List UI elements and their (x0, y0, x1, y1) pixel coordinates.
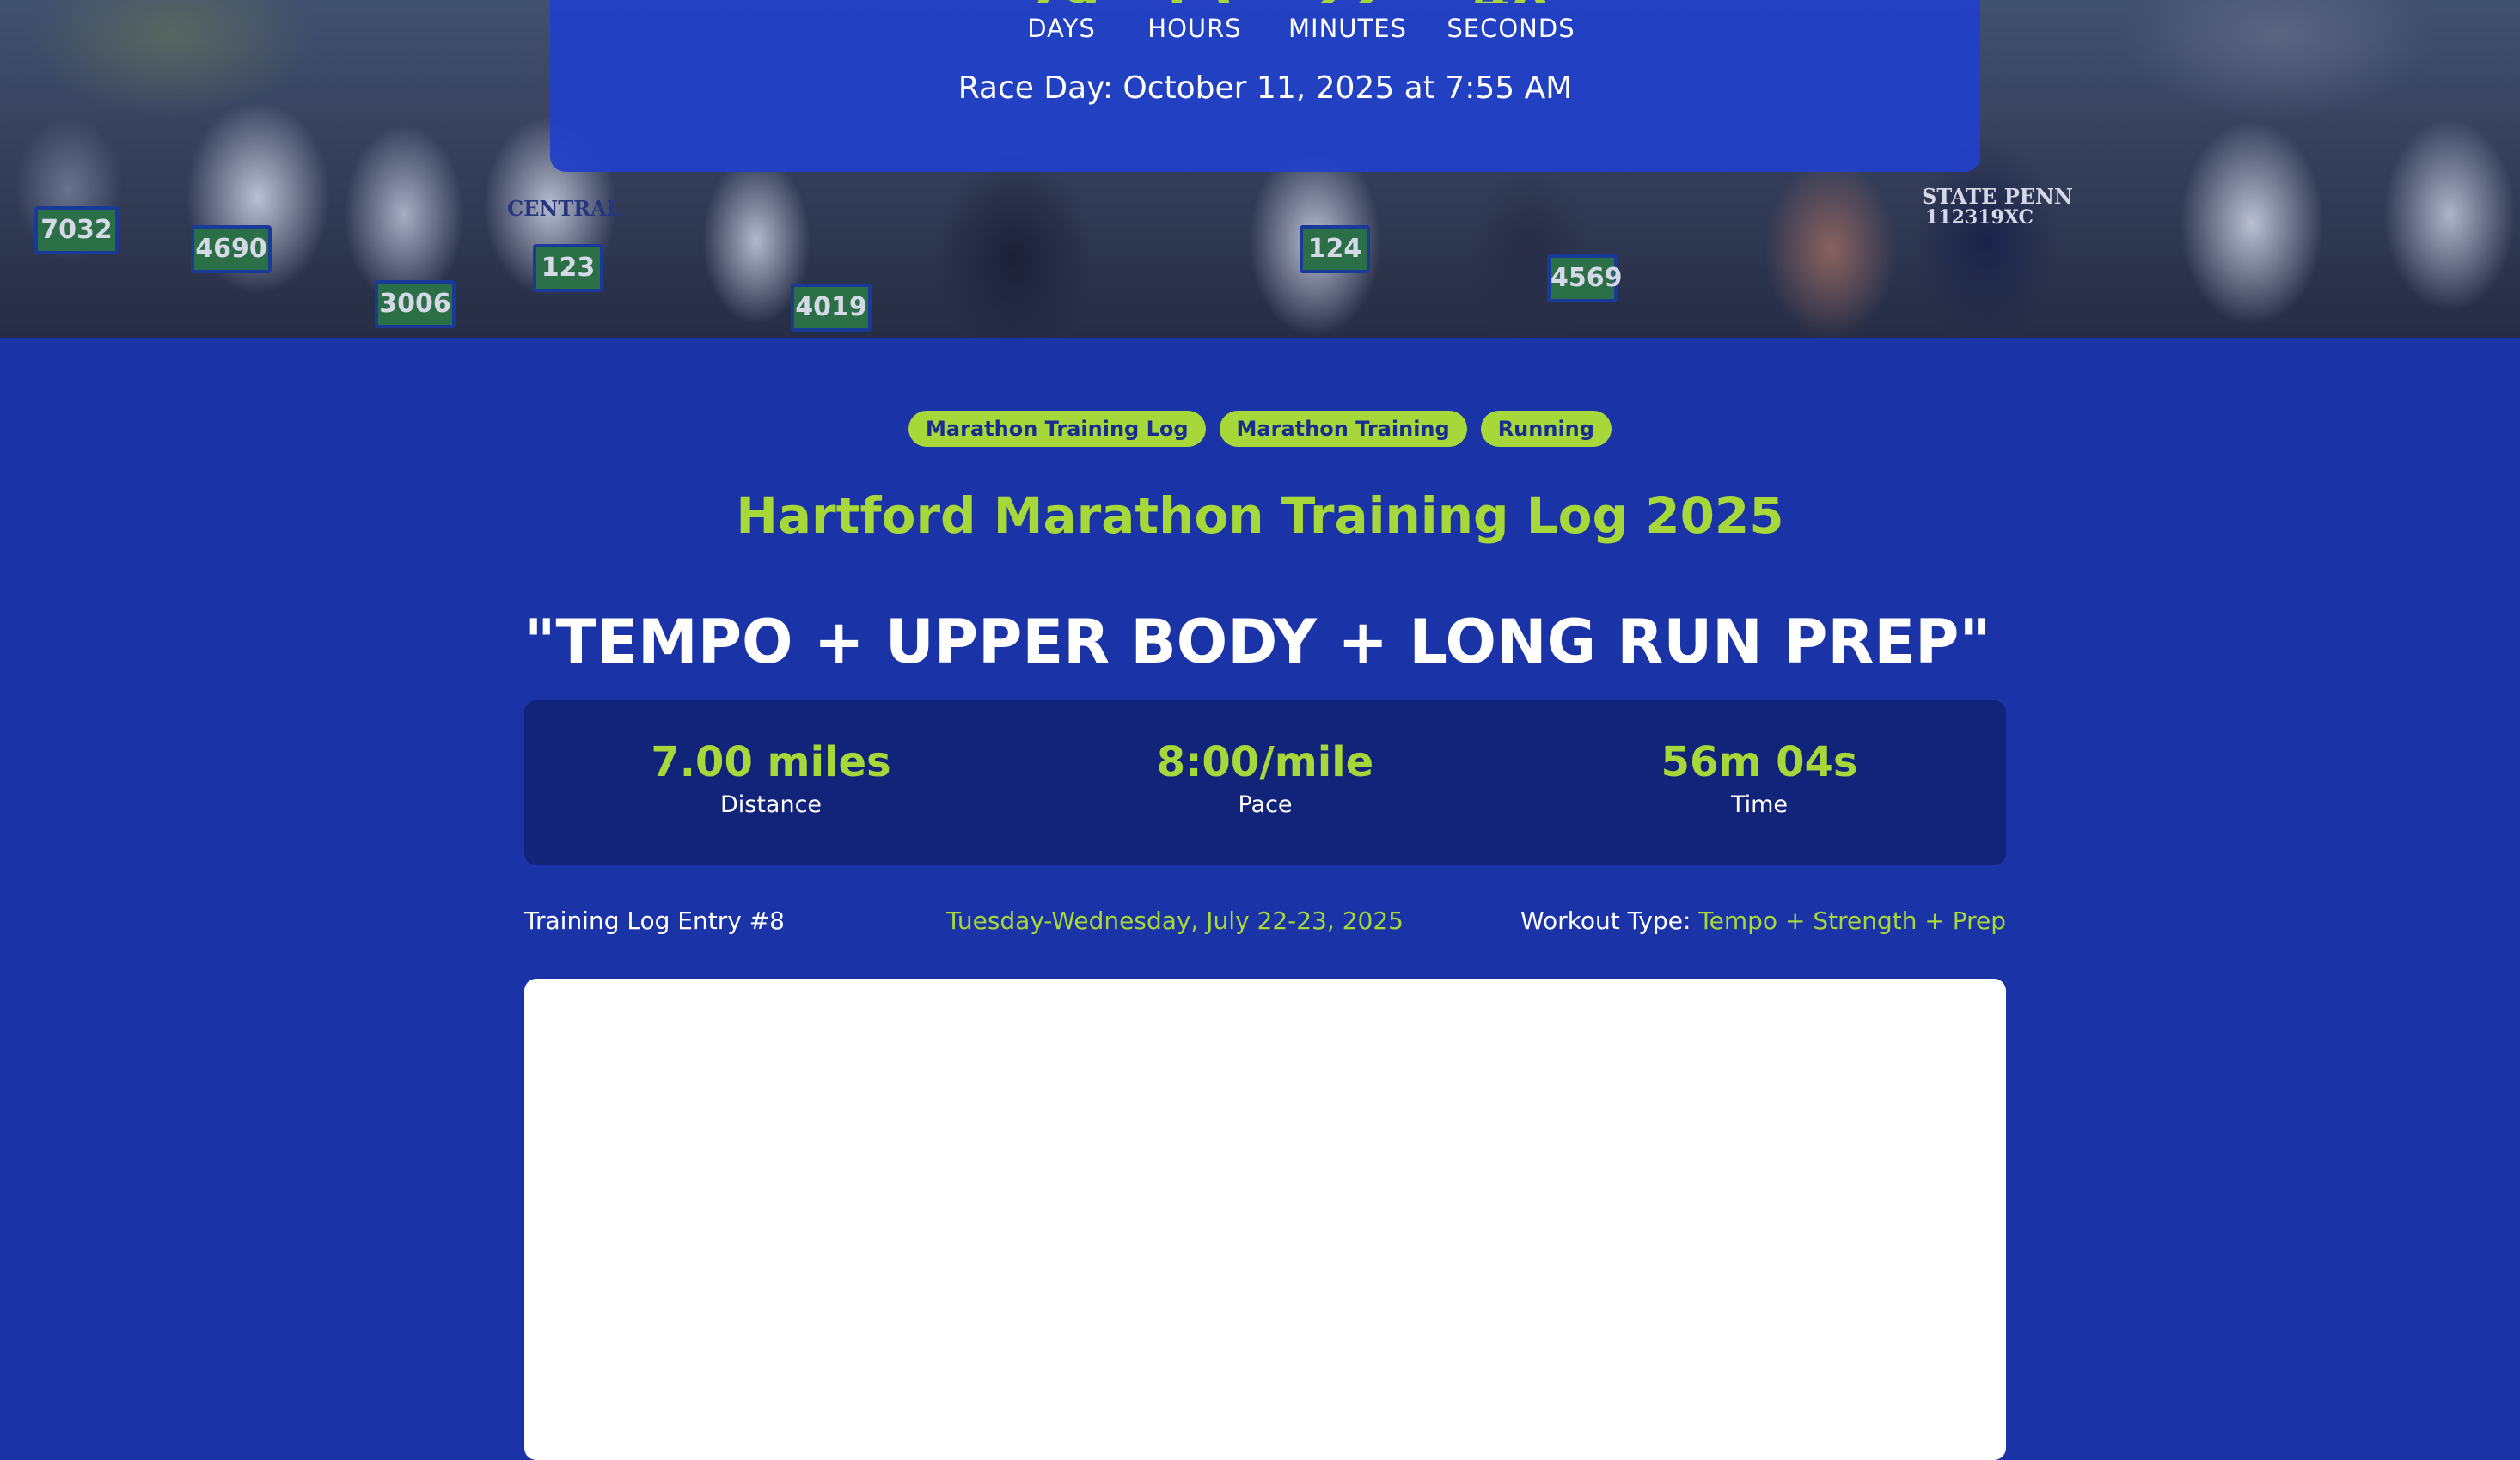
workout-type: Workout Type: Tempo + Strength + Prep (1520, 907, 2006, 935)
stat-time-value: 56m 04s (1661, 738, 1858, 786)
countdown-hours: 15 HOURS (1113, 0, 1276, 43)
countdown-minutes-label: MINUTES (1288, 14, 1407, 43)
tag-marathon-training-log[interactable]: Marathon Training Log (908, 411, 1206, 447)
race-day-text: Race Day: October 11, 2025 at 7:55 AM (957, 70, 1573, 106)
series-title[interactable]: Hartford Marathon Training Log 2025 (0, 486, 2520, 545)
stat-pace: 8:00/mile Pace (1018, 738, 1512, 818)
hero-banner: 7032 4690 123 3006 4019 124 4569 CENTRAL… (0, 0, 2520, 338)
workout-type-value: Tempo + Strength + Prep (1698, 907, 2006, 935)
entry-content-card (524, 979, 2006, 1460)
race-countdown: 79 DAYS 15 HOURS 22 MINUTES 48 SECONDS R… (550, 0, 1980, 172)
stat-distance-label: Distance (719, 791, 823, 818)
stat-pace-value: 8:00/mile (1156, 738, 1374, 786)
workout-type-label: Workout Type: (1520, 907, 1691, 935)
entry-number: Training Log Entry #8 (524, 907, 785, 935)
countdown-minutes-value: 22 (1257, 0, 1438, 3)
page-title: "TEMPO + UPPER BODY + LONG RUN PREP" (524, 607, 1991, 677)
stat-pace-label: Pace (1238, 791, 1293, 818)
countdown-hours-value: 15 (1113, 0, 1276, 3)
countdown-minutes: 22 MINUTES (1257, 0, 1438, 43)
countdown-hours-label: HOURS (1147, 14, 1242, 43)
stat-time: 56m 04s Time (1513, 738, 2006, 818)
tag-list: Marathon Training Log Marathon Training … (0, 411, 2520, 447)
tag-running[interactable]: Running (1480, 411, 1612, 447)
countdown-seconds: 48 SECONDS (1421, 0, 1601, 43)
stat-time-label: Time (1730, 791, 1789, 818)
countdown-seconds-value: 48 (1421, 0, 1601, 3)
entry-date: Tuesday-Wednesday, July 22-23, 2025 (946, 907, 1404, 935)
entry-meta: Training Log Entry #8 Tuesday-Wednesday,… (524, 907, 2006, 938)
stat-distance-value: 7.00 miles (651, 738, 891, 786)
countdown-seconds-label: SECONDS (1447, 14, 1575, 43)
tag-marathon-training[interactable]: Marathon Training (1219, 411, 1467, 447)
workout-stats: 7.00 miles Distance 8:00/mile Pace 56m 0… (524, 700, 2006, 865)
stat-distance: 7.00 miles Distance (524, 738, 1018, 818)
